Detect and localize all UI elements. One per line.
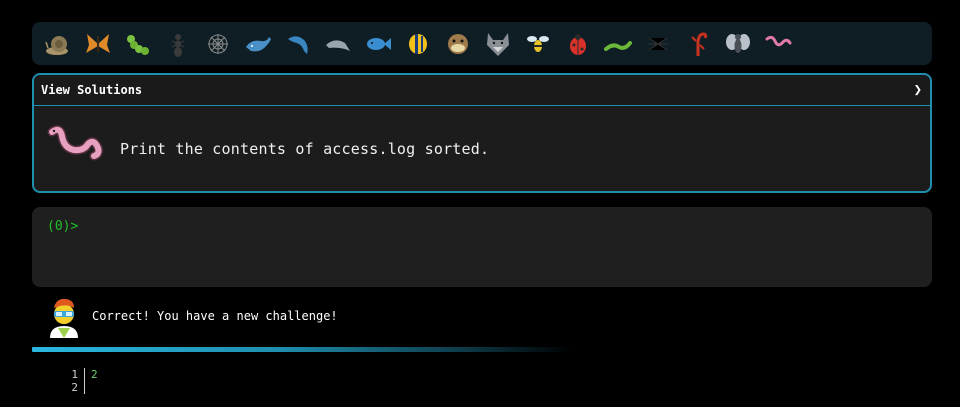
dolphin-gray-icon[interactable] (318, 24, 358, 64)
ladybug-icon[interactable] (558, 24, 598, 64)
scientist-avatar-icon (50, 298, 78, 338)
tropical-fish-icon[interactable] (398, 24, 438, 64)
line-number: 1 (60, 368, 85, 381)
feedback-message: Correct! You have a new challenge! (92, 309, 338, 323)
wolf-icon[interactable] (478, 24, 518, 64)
whale-icon[interactable] (238, 24, 278, 64)
page: View Solutions ❯ Print the contents of a… (0, 0, 960, 407)
terminal-input[interactable]: (0)> (32, 207, 932, 287)
challenge-text: Print the contents of access.log sorted. (120, 140, 490, 158)
spider-icon[interactable] (638, 24, 678, 64)
terminal-prompt: (0)> (47, 219, 79, 234)
view-solutions-toggle[interactable]: View Solutions ❯ (34, 75, 930, 106)
challenge-body: Print the contents of access.log sorted. (34, 106, 930, 191)
butterfly-icon[interactable] (78, 24, 118, 64)
feedback-banner: Correct! You have a new challenge! (44, 294, 338, 338)
fish-icon[interactable] (358, 24, 398, 64)
worm-icon[interactable] (598, 24, 638, 64)
chevron-right-icon[interactable]: ❯ (914, 82, 922, 98)
level-icon-bar (32, 22, 932, 65)
scorpion-icon[interactable] (678, 24, 718, 64)
snail-icon[interactable] (38, 24, 78, 64)
bee-icon[interactable] (518, 24, 558, 64)
spider-web-icon[interactable] (198, 24, 238, 64)
line-value: 2 (91, 368, 98, 381)
line-value (85, 381, 91, 394)
line-number: 2 (60, 381, 85, 394)
progress-bar (32, 347, 572, 352)
fly-icon[interactable] (718, 24, 758, 64)
challenge-card: View Solutions ❯ Print the contents of a… (32, 73, 932, 193)
output-line: 2 (60, 381, 98, 394)
command-output: 122 (60, 368, 98, 394)
caterpillar-icon[interactable] (118, 24, 158, 64)
pink-worm-mascot-icon (47, 125, 103, 161)
blowfish-icon[interactable] (438, 24, 478, 64)
output-line: 12 (60, 368, 98, 381)
view-solutions-label: View Solutions (41, 83, 143, 97)
pink-worm-icon[interactable] (758, 24, 798, 64)
dolphin-icon[interactable] (278, 24, 318, 64)
ant-icon[interactable] (158, 24, 198, 64)
